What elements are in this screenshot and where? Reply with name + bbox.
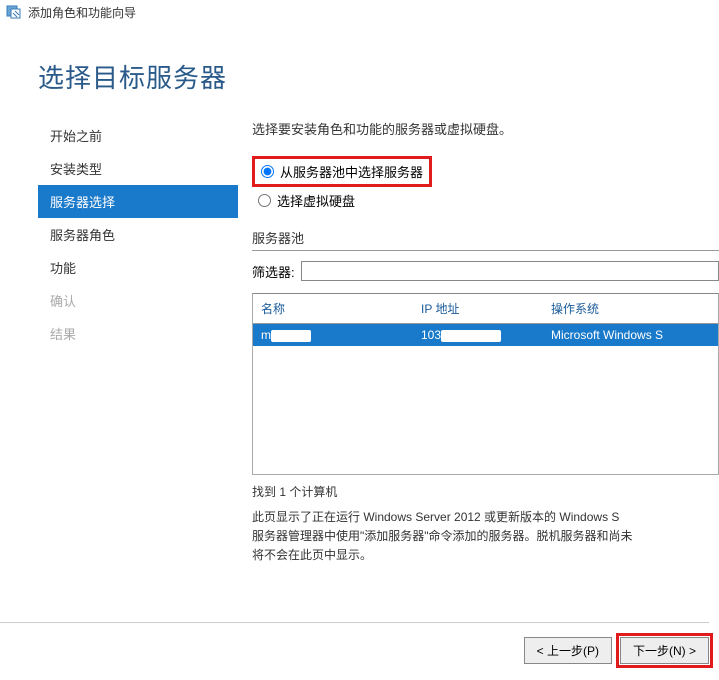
th-os[interactable]: 操作系统 bbox=[543, 294, 718, 323]
filter-label: 筛选器: bbox=[252, 262, 295, 281]
server-pool-label: 服务器池 bbox=[252, 228, 719, 251]
table-header: 名称 IP 地址 操作系统 bbox=[253, 294, 718, 324]
filter-row: 筛选器: bbox=[252, 261, 719, 281]
destination-radio-group: 从服务器池中选择服务器 选择虚拟硬盘 bbox=[252, 154, 719, 212]
sidebar-item-confirmation: 确认 bbox=[38, 284, 238, 317]
wizard-icon bbox=[6, 4, 22, 20]
main-panel: 选择要安装角色和功能的服务器或虚拟硬盘。 从服务器池中选择服务器 选择虚拟硬盘 … bbox=[238, 119, 719, 566]
redacted-name bbox=[271, 330, 311, 342]
wizard-steps-sidebar: 开始之前 安装类型 服务器选择 服务器角色 功能 确认 结果 bbox=[38, 119, 238, 566]
td-ip: 103 bbox=[413, 324, 543, 346]
td-name-text: m bbox=[261, 328, 271, 342]
sidebar-item-server-roles[interactable]: 服务器角色 bbox=[38, 218, 238, 251]
server-pool-table: 名称 IP 地址 操作系统 m 103 Microsoft Windows S bbox=[252, 293, 719, 475]
redacted-ip bbox=[441, 330, 501, 342]
header: 选择目标服务器 bbox=[0, 24, 719, 119]
radio-select-from-pool-label: 从服务器池中选择服务器 bbox=[280, 162, 423, 181]
td-os: Microsoft Windows S bbox=[543, 324, 718, 346]
previous-button[interactable]: < 上一步(P) bbox=[524, 637, 612, 664]
filter-input[interactable] bbox=[301, 261, 719, 281]
next-button[interactable]: 下一步(N) > bbox=[620, 637, 709, 664]
radio-select-from-pool[interactable] bbox=[261, 165, 274, 178]
sidebar-item-before-begin[interactable]: 开始之前 bbox=[38, 119, 238, 152]
td-name: m bbox=[253, 324, 413, 346]
radio-select-vhd-label: 选择虚拟硬盘 bbox=[277, 191, 355, 210]
sidebar-item-install-type[interactable]: 安装类型 bbox=[38, 152, 238, 185]
sidebar-item-results: 结果 bbox=[38, 317, 238, 350]
page-title: 选择目标服务器 bbox=[38, 58, 719, 95]
page-note: 此页显示了正在运行 Windows Server 2012 或更新版本的 Win… bbox=[252, 508, 719, 566]
th-ip[interactable]: IP 地址 bbox=[413, 294, 543, 323]
window-title: 添加角色和功能向导 bbox=[28, 4, 136, 21]
computer-count: 找到 1 个计算机 bbox=[252, 483, 719, 500]
table-body: m 103 Microsoft Windows S bbox=[253, 324, 718, 474]
instruction-text: 选择要安装角色和功能的服务器或虚拟硬盘。 bbox=[252, 119, 719, 138]
highlight-select-from-pool: 从服务器池中选择服务器 bbox=[252, 156, 432, 187]
table-row[interactable]: m 103 Microsoft Windows S bbox=[253, 324, 718, 346]
wizard-footer: < 上一步(P) 下一步(N) > bbox=[0, 622, 709, 664]
th-name[interactable]: 名称 bbox=[253, 294, 413, 323]
title-bar: 添加角色和功能向导 bbox=[0, 0, 719, 24]
td-ip-text: 103 bbox=[421, 328, 441, 342]
radio-select-vhd[interactable] bbox=[258, 194, 271, 207]
sidebar-item-server-selection[interactable]: 服务器选择 bbox=[38, 185, 238, 218]
sidebar-item-features[interactable]: 功能 bbox=[38, 251, 238, 284]
